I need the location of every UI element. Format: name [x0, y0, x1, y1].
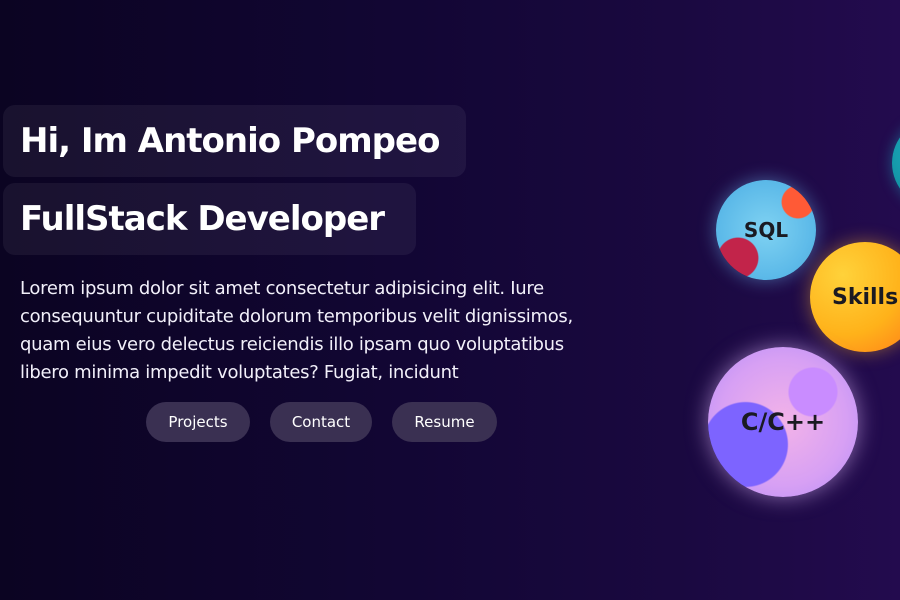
resume-button[interactable]: Resume: [392, 402, 497, 442]
hero-section: Hi, Im Antonio Pompeo FullStack Develope…: [0, 0, 620, 600]
projects-button[interactable]: Projects: [146, 402, 250, 442]
greeting-heading-container: Hi, Im Antonio Pompeo: [3, 105, 466, 177]
skill-bubble-skills-label: Skills: [832, 284, 899, 310]
skill-bubble-partial[interactable]: [892, 118, 900, 208]
hero-button-row: Projects Contact Resume: [146, 402, 497, 442]
skill-bubble-sql[interactable]: SQL: [716, 180, 816, 280]
skill-bubble-sql-label: SQL: [743, 218, 789, 242]
role-heading-container: FullStack Developer: [3, 183, 416, 255]
skill-bubble-skills[interactable]: Skills: [810, 242, 900, 352]
role-heading: FullStack Developer: [20, 199, 385, 239]
skill-bubbles: SQL Skills C/C++: [620, 0, 900, 600]
skill-bubble-cpp-label: C/C++: [740, 408, 826, 436]
skill-bubble-cpp[interactable]: C/C++: [708, 347, 858, 497]
greeting-heading: Hi, Im Antonio Pompeo: [20, 121, 440, 161]
intro-paragraph: Lorem ipsum dolor sit amet consectetur a…: [20, 278, 573, 383]
contact-button[interactable]: Contact: [270, 402, 372, 442]
